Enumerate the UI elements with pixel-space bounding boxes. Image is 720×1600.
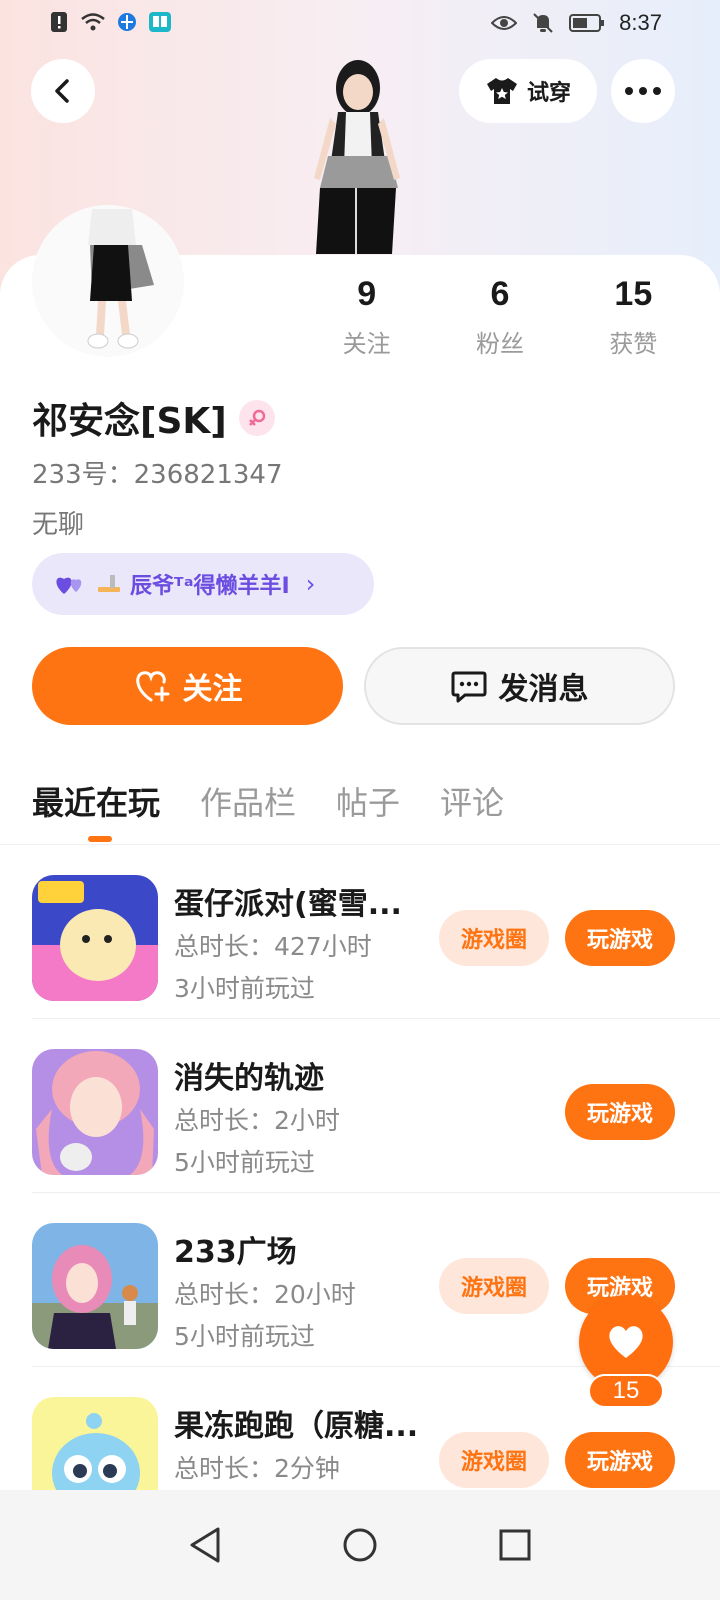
avatar[interactable]	[32, 205, 184, 357]
game-icon-233-plaza	[32, 1223, 158, 1349]
follow-label: 关注	[182, 672, 243, 707]
username: 祁安念[SK]	[32, 401, 227, 442]
avatar-image	[32, 205, 184, 357]
nav-recents-icon[interactable]	[498, 1528, 532, 1562]
send-message-button[interactable]: 发消息	[364, 647, 675, 725]
wifi-icon	[81, 13, 105, 31]
stat-label: 获赞	[609, 330, 658, 358]
relationship-text: 辰爷ᵀᵃ得懒羊羊I	[130, 574, 290, 599]
game-icon-vanished-trail	[32, 1049, 158, 1175]
recent-games-list: 蛋仔派对(蜜雪... 总时长：427小时 3小时前玩过 游戏圈 玩游戏 消失的轨…	[0, 845, 720, 1541]
eye-icon	[491, 16, 518, 30]
game-title: 蛋仔派对(蜜雪...	[174, 887, 402, 922]
follow-button[interactable]: 关注	[32, 647, 343, 725]
send-message-label: 发消息	[498, 672, 589, 707]
game-duration: 总时长：20小时	[174, 1280, 356, 1309]
heart-plus-icon	[135, 671, 169, 702]
stat-label: 粉丝	[475, 330, 524, 358]
profile-tabs: 最近在玩 作品栏 帖子 评论	[32, 778, 504, 824]
game-circle-button[interactable]: 游戏圈	[439, 1258, 549, 1314]
stat-value: 9	[357, 275, 377, 313]
stat-following[interactable]: 9 关注	[300, 275, 433, 359]
profile-stats: 9 关注 6 粉丝 15 获赞	[300, 275, 700, 359]
try-on-label: 试穿	[526, 81, 571, 106]
game-title: 果冻跑跑（原糖...	[174, 1409, 419, 1444]
status-bar: 8:37	[0, 0, 720, 48]
battery-icon	[569, 14, 605, 32]
stat-fans[interactable]: 6 粉丝	[433, 275, 566, 359]
system-navigation-bar	[0, 1490, 720, 1600]
username-row: 祁安念[SK]	[32, 392, 275, 444]
avatar-3d-figure[interactable]	[280, 48, 430, 258]
user-bio: 无聊	[32, 510, 85, 540]
tshirt-icon	[486, 78, 517, 104]
play-game-button[interactable]: 玩游戏	[565, 910, 675, 966]
stat-value: 15	[614, 275, 653, 313]
status-time: 8:37	[619, 10, 662, 35]
game-title: 233广场	[174, 1235, 297, 1270]
tab-works[interactable]: 作品栏	[200, 778, 296, 824]
game-last-played: 5小时前玩过	[174, 1148, 315, 1177]
game-last-played: 3小时前玩过	[174, 974, 315, 1003]
more-dots-icon	[625, 87, 661, 95]
nav-home-icon[interactable]	[342, 1527, 378, 1563]
game-circle-button[interactable]: 游戏圈	[439, 910, 549, 966]
game-icon-eggy-party	[32, 875, 158, 1001]
play-game-button[interactable]: 玩游戏	[565, 1432, 675, 1488]
game-last-played: 5小时前玩过	[174, 1322, 315, 1351]
stat-value: 6	[490, 275, 510, 313]
game-duration: 总时长：2分钟	[174, 1454, 340, 1483]
like-count-badge: 15	[588, 1374, 664, 1408]
active-tab-indicator	[88, 836, 112, 842]
stat-label: 关注	[342, 330, 391, 358]
alert-icon	[51, 12, 67, 32]
more-options-button[interactable]	[611, 59, 675, 123]
browser-icon	[118, 13, 136, 31]
relation-decoration-icon	[98, 575, 120, 592]
game-title: 消失的轨迹	[174, 1061, 324, 1096]
tab-recently-played[interactable]: 最近在玩	[32, 778, 160, 824]
try-on-button[interactable]: 试穿	[459, 59, 597, 123]
back-button[interactable]	[31, 59, 95, 123]
game-list-item[interactable]: 蛋仔派对(蜜雪... 总时长：427小时 3小时前玩过 游戏圈 玩游戏	[0, 845, 720, 1019]
chat-bubble-icon	[451, 671, 486, 703]
chevron-left-icon	[55, 79, 69, 103]
tab-posts[interactable]: 帖子	[336, 778, 400, 824]
relationship-pill[interactable]: 辰爷ᵀᵃ得懒羊羊I ›	[32, 553, 374, 615]
female-gender-icon	[238, 400, 275, 436]
mute-icon	[533, 13, 553, 33]
double-heart-icon	[56, 577, 82, 594]
stat-likes[interactable]: 15 获赞	[567, 275, 700, 359]
game-duration: 总时长：427小时	[174, 932, 372, 961]
nav-back-icon[interactable]	[188, 1526, 222, 1564]
heart-icon	[609, 1326, 643, 1358]
book-icon	[149, 12, 171, 32]
user-id: 233号：236821347	[32, 460, 283, 490]
chevron-right-icon: ›	[305, 570, 316, 598]
game-circle-button[interactable]: 游戏圈	[439, 1432, 549, 1488]
game-list-item[interactable]: 消失的轨迹 总时长：2小时 5小时前玩过 玩游戏	[0, 1019, 720, 1193]
game-duration: 总时长：2小时	[174, 1106, 340, 1135]
play-game-button[interactable]: 玩游戏	[565, 1084, 675, 1140]
tab-comments[interactable]: 评论	[440, 778, 504, 824]
